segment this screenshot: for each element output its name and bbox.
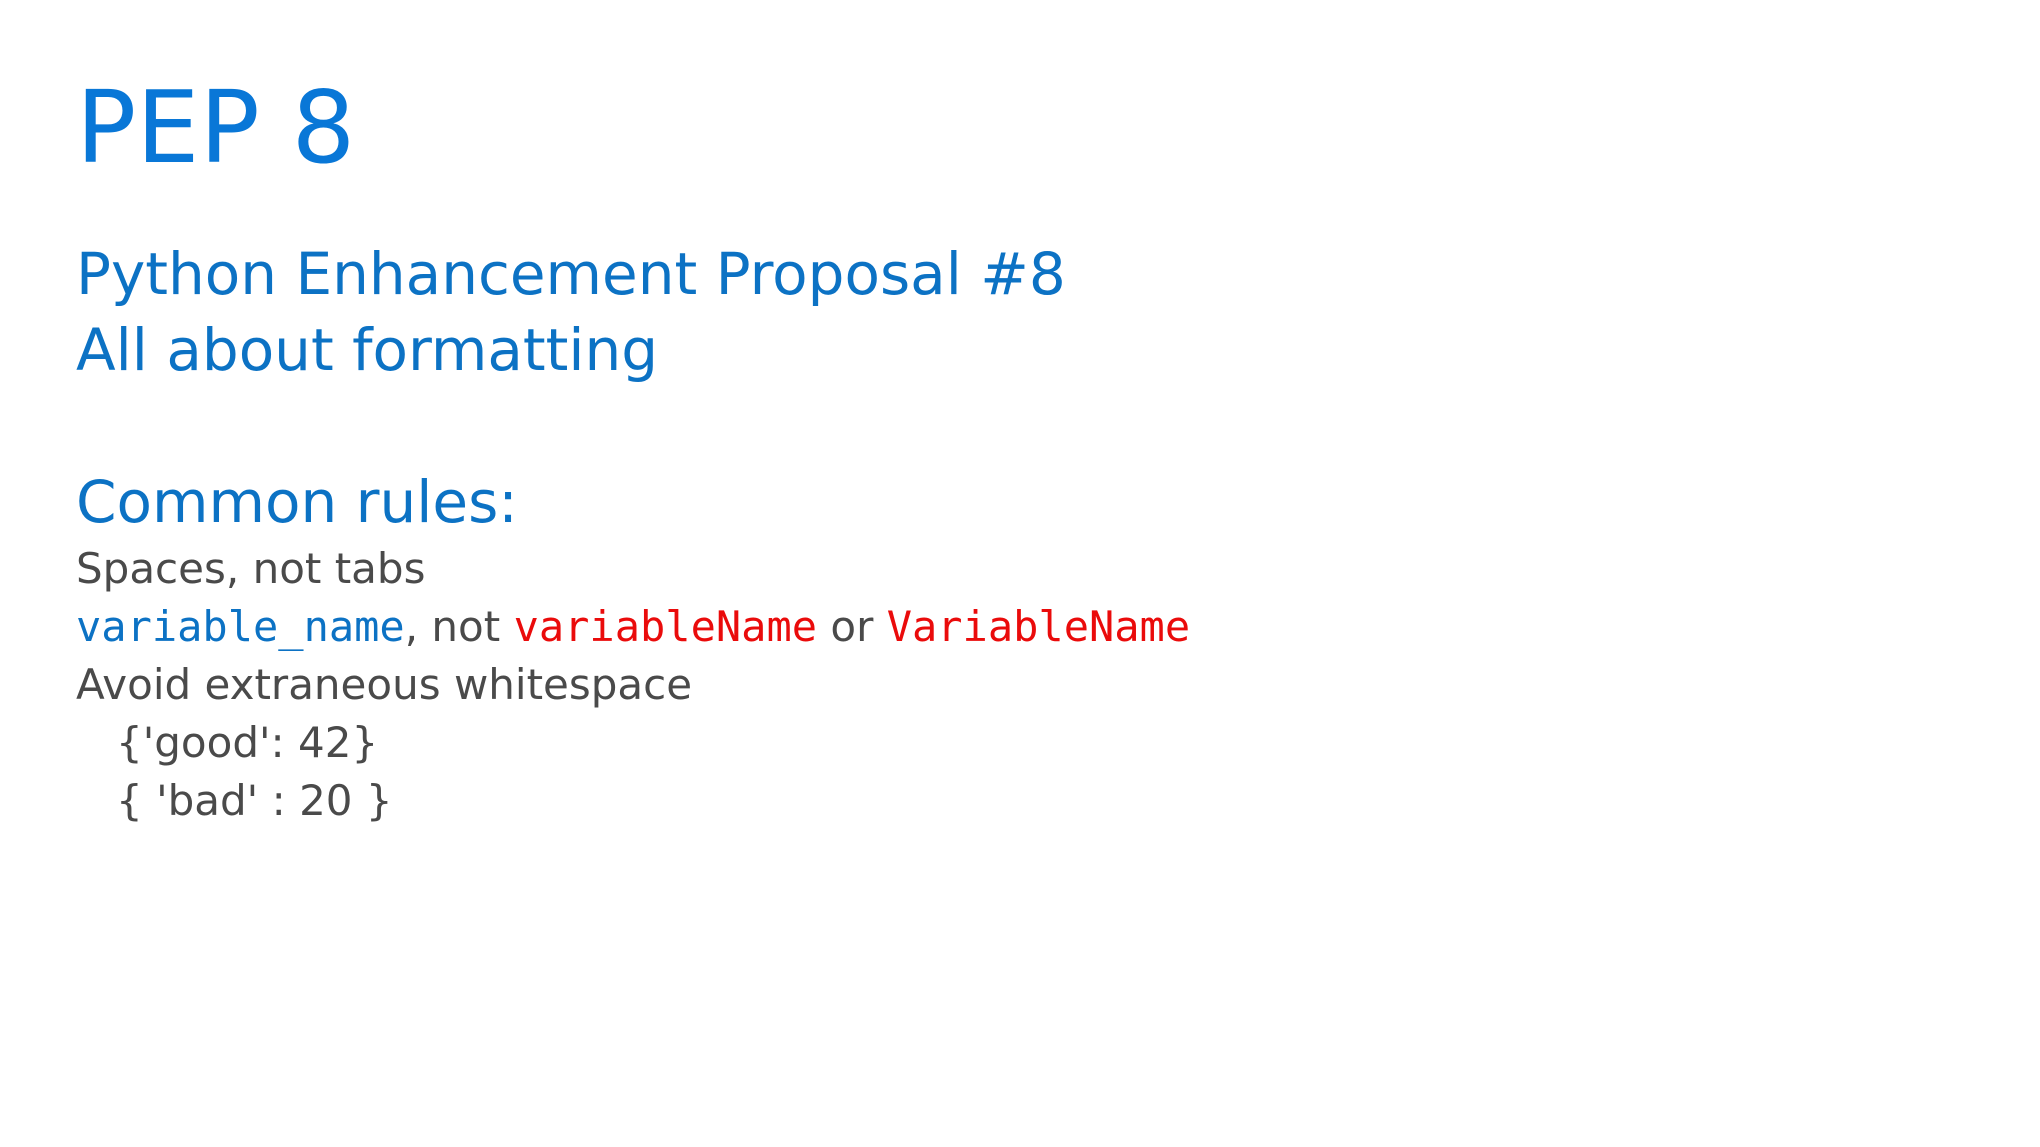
slide-title: PEP 8	[76, 69, 356, 186]
slide: PEP 8 Python Enhancement Proposal #8 All…	[76, 0, 1976, 1147]
bad-variable-name-camel: variableName	[513, 602, 818, 651]
naming-separator-or: or	[817, 602, 887, 651]
rule-spaces: Spaces, not tabs	[76, 544, 426, 593]
whitespace-good-example: {'good': 42}	[116, 718, 379, 767]
rules-list: Spaces, not tabs variable_name, not vari…	[76, 540, 1190, 830]
whitespace-bad-example: { 'bad' : 20 }	[116, 776, 393, 825]
slide-subtitle: Python Enhancement Proposal #8 All about…	[76, 236, 1066, 388]
bad-variable-name-pascal: VariableName	[886, 602, 1191, 651]
subtitle-line-1: Python Enhancement Proposal #8	[76, 240, 1066, 308]
subtitle-line-2: All about formatting	[76, 316, 659, 384]
rule-naming: variable_name, not variableName or Varia…	[76, 598, 1190, 656]
naming-separator-not: , not	[404, 602, 514, 651]
good-variable-name: variable_name	[76, 602, 405, 651]
rule-whitespace: Avoid extraneous whitespace	[76, 660, 693, 709]
rules-heading: Common rules:	[76, 468, 518, 536]
